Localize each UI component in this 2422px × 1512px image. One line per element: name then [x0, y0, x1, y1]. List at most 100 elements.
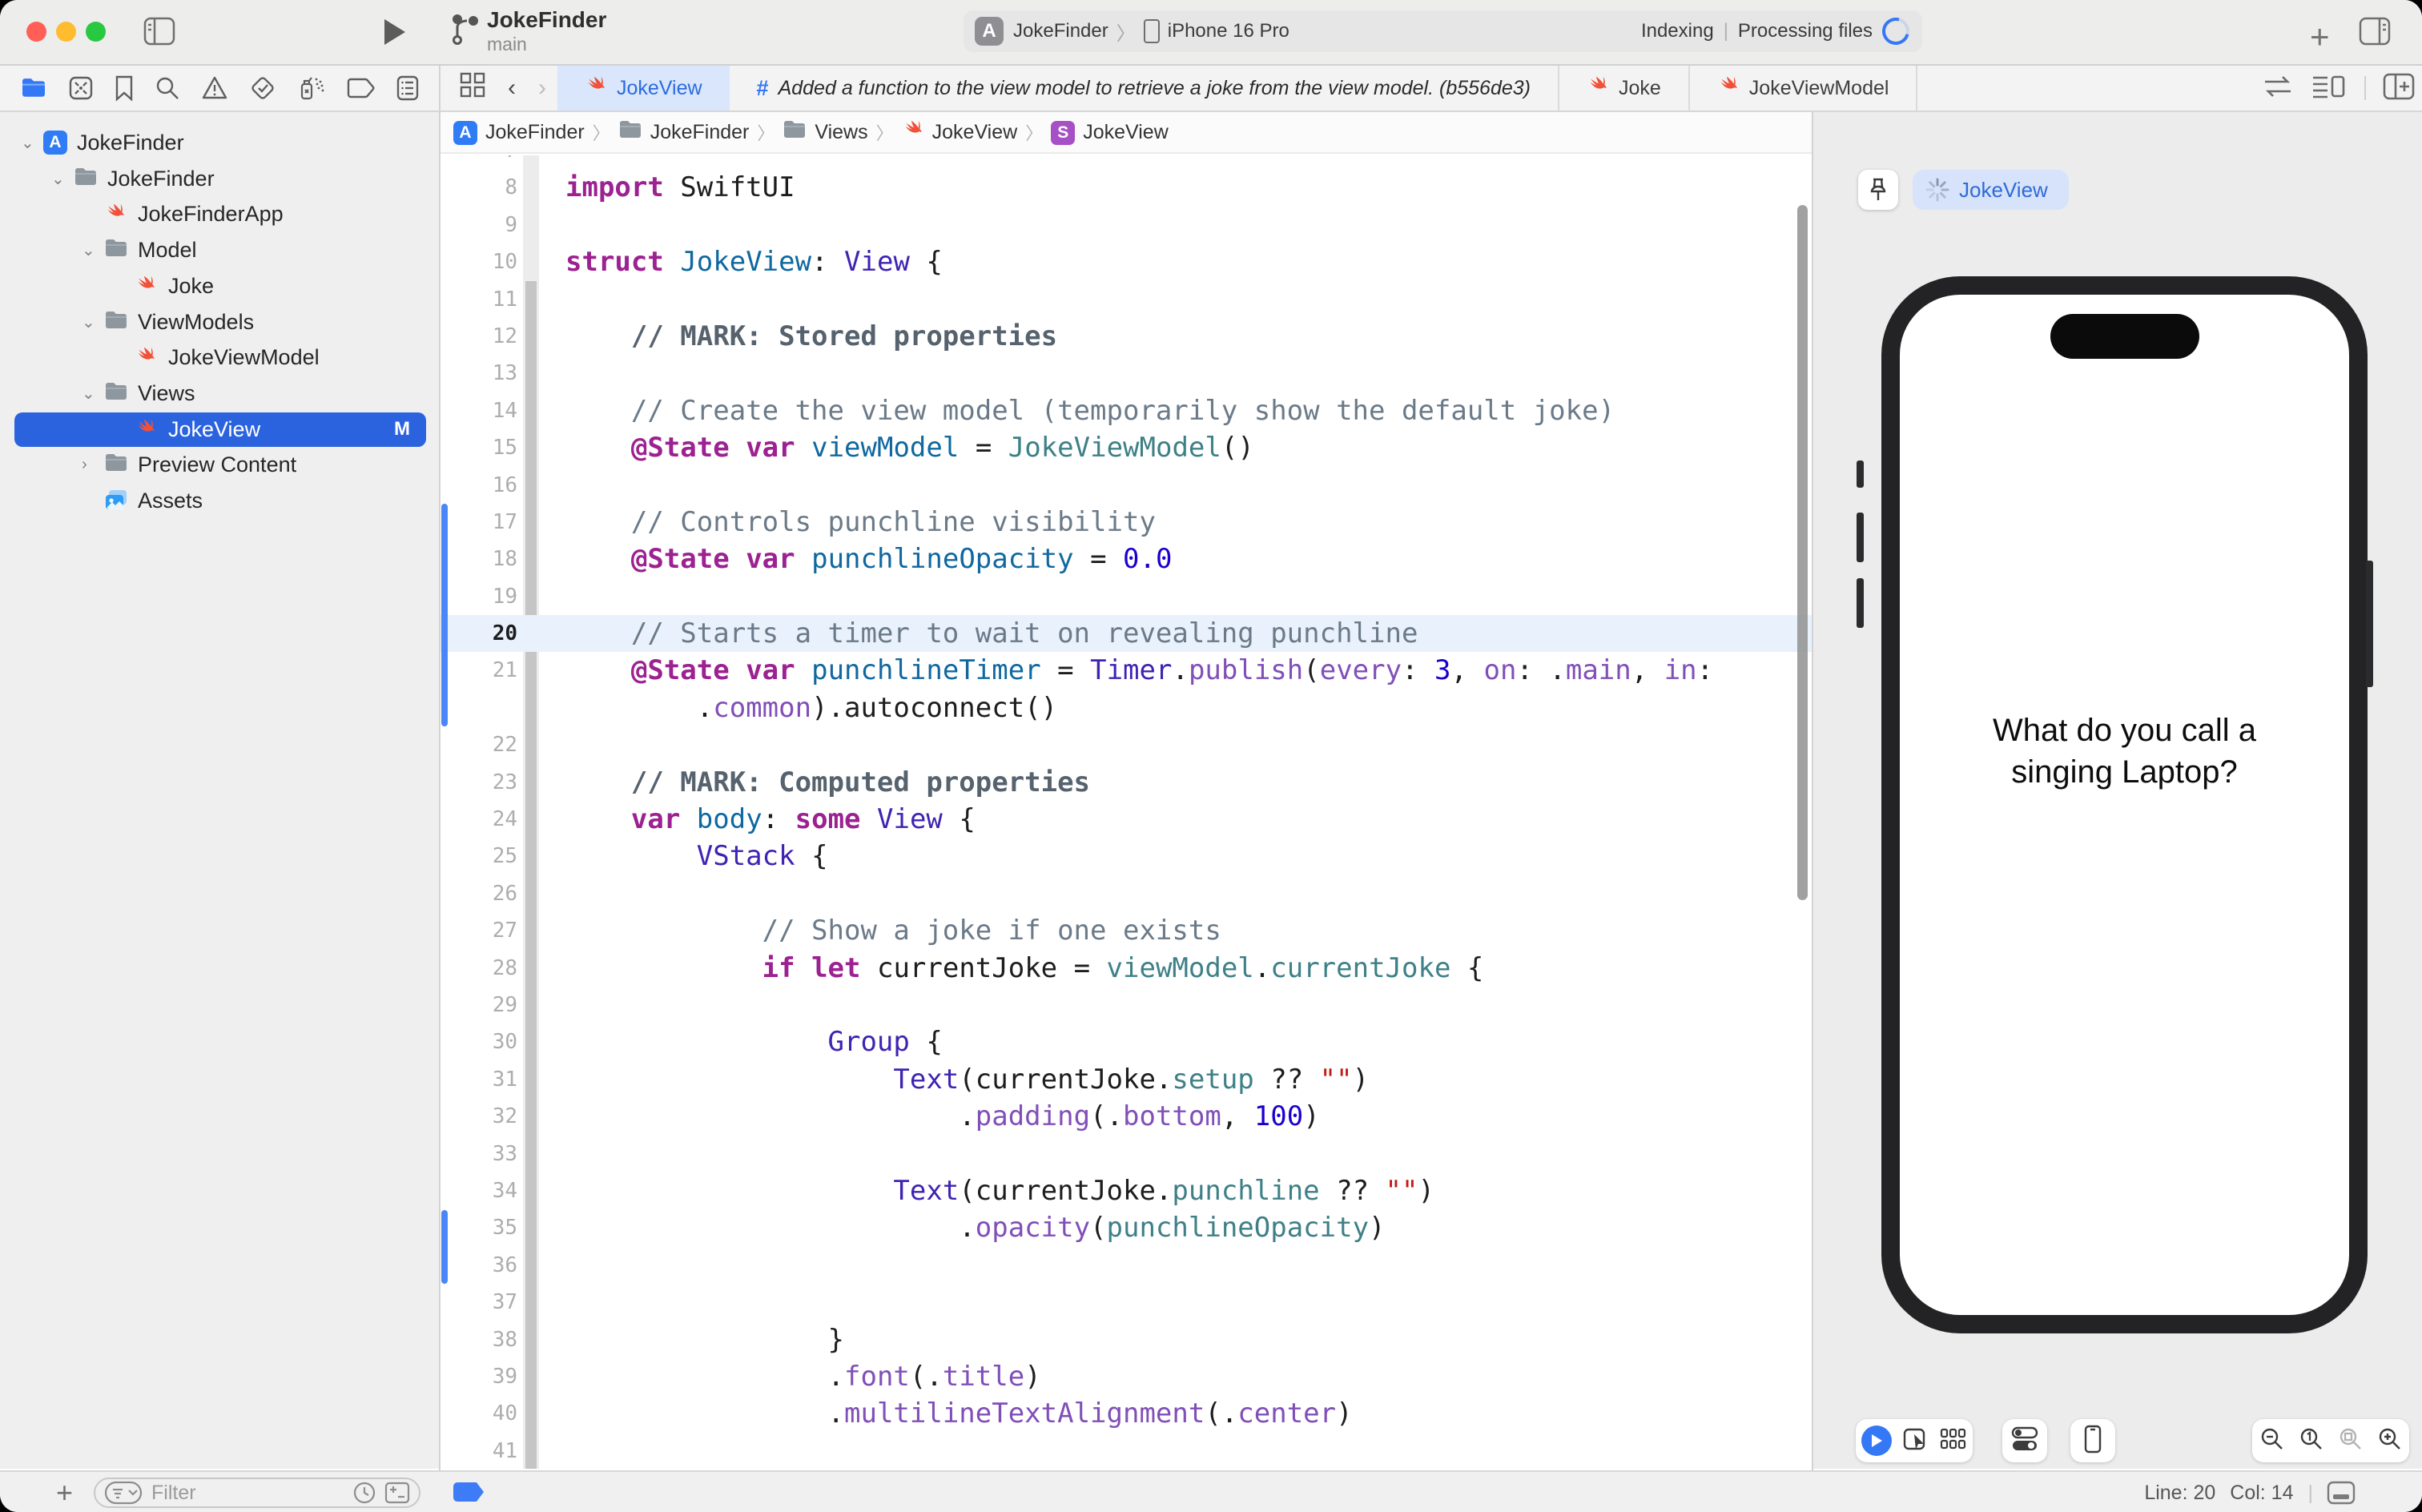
scheme-name[interactable]: JokeFinder: [1013, 20, 1108, 42]
reports-navigator-icon[interactable]: [396, 75, 419, 101]
sidebar-editor-divider[interactable]: [439, 66, 441, 1470]
breadcrumb-item[interactable]: JokeView: [902, 119, 1017, 147]
tab-joke[interactable]: Joke: [1559, 66, 1690, 111]
code-line-21[interactable]: 21 @State var punchlineTimer = Timer.pub…: [441, 652, 1812, 689]
disclosure-chevron-right-icon[interactable]: ›: [82, 447, 87, 483]
code-line-31[interactable]: 31 Text(currentJoke.setup ?? ""): [441, 1061, 1812, 1098]
navigator-filter-field[interactable]: Filter: [94, 1478, 420, 1508]
close-window-button[interactable]: [26, 22, 46, 42]
selectable-mode-button[interactable]: [1903, 1426, 1929, 1456]
bookmarks-navigator-icon[interactable]: [115, 75, 134, 102]
add-tab-button[interactable]: +: [2310, 18, 2330, 56]
code-line-25[interactable]: 25 VStack {: [441, 838, 1812, 875]
breadcrumb-item[interactable]: Views: [783, 119, 868, 146]
toggle-right-sidebar-icon[interactable]: [2359, 17, 2391, 49]
sidebar-item-model[interactable]: ⌄ Model: [0, 232, 439, 268]
preview-target-pill[interactable]: JokeView: [1913, 170, 2069, 210]
disclosure-chevron-down-icon[interactable]: ⌄: [21, 125, 34, 161]
breakpoint-indicator[interactable]: [453, 1482, 484, 1502]
live-preview-button[interactable]: [1861, 1426, 1892, 1456]
code-line-19[interactable]: 19: [441, 578, 1812, 615]
code-line-30[interactable]: 30 Group {: [441, 1023, 1812, 1060]
code-line-18[interactable]: 18 @State var punchlineOpacity = 0.0: [441, 541, 1812, 577]
sidebar-item-jokefinderapp[interactable]: JokeFinderApp: [0, 196, 439, 232]
code-line-12[interactable]: 12 // MARK: Stored properties: [441, 318, 1812, 355]
code-line-28[interactable]: 28 if let currentJoke = viewModel.curren…: [441, 950, 1812, 987]
sidebar-item-viewmodels[interactable]: ⌄ ViewModels: [0, 304, 439, 340]
code-line-32[interactable]: 32 .padding(.bottom, 100): [441, 1098, 1812, 1135]
editor-canvas-divider[interactable]: [1812, 112, 1813, 1470]
disclosure-chevron-down-icon[interactable]: ⌄: [82, 232, 95, 268]
adjust-editor-bar-icon[interactable]: [2327, 1481, 2356, 1505]
sidebar-item-jokefinder[interactable]: ⌄ JokeFinder: [0, 161, 439, 197]
zoom-window-button[interactable]: [86, 22, 106, 42]
preview-device-button[interactable]: [2084, 1425, 2102, 1457]
code-line-26[interactable]: 26: [441, 875, 1812, 912]
sidebar-item-assets[interactable]: Assets: [0, 483, 439, 519]
zoom-out-icon[interactable]: [2260, 1427, 2284, 1455]
tab-jokeview[interactable]: JokeView: [557, 66, 730, 111]
sidebar-item-views[interactable]: ⌄ Views: [0, 376, 439, 412]
sidebar-item-jokefinder[interactable]: ⌄ A JokeFinder: [0, 125, 439, 161]
code-line-wrap[interactable]: .common).autoconnect(): [441, 690, 1812, 726]
run-destination-name[interactable]: iPhone 16 Pro: [1168, 20, 1289, 42]
source-control-changes-icon[interactable]: [68, 75, 94, 101]
column-indicator[interactable]: Col: 14: [2230, 1482, 2293, 1505]
code-line-27[interactable]: 27 // Show a joke if one exists: [441, 912, 1812, 949]
sidebar-item-jokeview[interactable]: JokeView M: [0, 412, 439, 448]
code-line-39[interactable]: 39 .font(.title): [441, 1358, 1812, 1395]
variants-mode-button[interactable]: [1940, 1427, 1967, 1455]
run-button[interactable]: [383, 18, 407, 50]
zoom-in-icon[interactable]: [2378, 1427, 2402, 1455]
code-line-37[interactable]: 37: [441, 1284, 1812, 1321]
code-line-29[interactable]: 29: [441, 987, 1812, 1023]
code-line-14[interactable]: 14 // Create the view model (temporarily…: [441, 392, 1812, 429]
breakpoints-navigator-icon[interactable]: [347, 78, 376, 99]
code-line-11[interactable]: 11: [441, 281, 1812, 318]
code-line-36[interactable]: 36: [441, 1247, 1812, 1284]
sidebar-item-jokeviewmodel[interactable]: JokeViewModel: [0, 340, 439, 376]
device-settings-button[interactable]: [2011, 1426, 2038, 1456]
project-navigator-icon[interactable]: [20, 77, 47, 99]
code-line-22[interactable]: 22: [441, 726, 1812, 763]
add-editor-icon[interactable]: [2383, 73, 2415, 103]
line-indicator[interactable]: Line: 20: [2144, 1482, 2215, 1505]
source-control-status-filter-icon[interactable]: [384, 1482, 410, 1504]
code-line-8[interactable]: 8 import SwiftUI: [441, 169, 1812, 206]
code-line-33[interactable]: 33: [441, 1136, 1812, 1172]
tests-navigator-icon[interactable]: [249, 74, 276, 102]
iphone-preview-device[interactable]: What do you call a singing Laptop?: [1881, 276, 2368, 1333]
code-editor[interactable]: 7 8 import SwiftUI 9 10 struct JokeView: View…: [441, 155, 1812, 1469]
filter-options-icon[interactable]: [104, 1481, 143, 1505]
zoom-100-icon[interactable]: [2299, 1427, 2323, 1455]
recent-files-icon[interactable]: [353, 1482, 376, 1504]
breadcrumb-item[interactable]: S JokeView: [1051, 120, 1169, 145]
breadcrumb-item[interactable]: A JokeFinder: [453, 120, 585, 145]
go-back-icon[interactable]: ‹: [497, 74, 527, 102]
add-filter-button[interactable]: +: [56, 1472, 73, 1512]
breadcrumb-item[interactable]: JokeFinder: [618, 119, 749, 146]
go-forward-icon[interactable]: ›: [527, 74, 557, 102]
pin-preview-button[interactable]: [1858, 170, 1898, 210]
code-line-38[interactable]: 38 }: [441, 1321, 1812, 1358]
sidebar-item-preview-content[interactable]: › Preview Content: [0, 447, 439, 483]
code-line-15[interactable]: 15 @State var viewModel = JokeViewModel(…: [441, 429, 1812, 466]
tab-overview-icon[interactable]: [449, 72, 497, 104]
code-line-35[interactable]: 35 .opacity(punchlineOpacity): [441, 1209, 1812, 1246]
code-line-23[interactable]: 23 // MARK: Computed properties: [441, 764, 1812, 801]
minimize-window-button[interactable]: [56, 22, 76, 42]
code-line-34[interactable]: 34 Text(currentJoke.punchline ?? ""): [441, 1172, 1812, 1209]
tab-jokeviewmodel[interactable]: JokeViewModel: [1690, 66, 1918, 111]
find-navigator-icon[interactable]: [155, 75, 180, 101]
code-line-24[interactable]: 24 var body: some View {: [441, 801, 1812, 838]
code-line-7[interactable]: 7: [441, 155, 1812, 169]
editor-scrollbar[interactable]: [1797, 205, 1808, 900]
code-line-13[interactable]: 13: [441, 355, 1812, 392]
issues-navigator-icon[interactable]: [201, 75, 228, 101]
disclosure-chevron-down-icon[interactable]: ⌄: [82, 376, 95, 412]
code-line-16[interactable]: 16: [441, 467, 1812, 504]
activity-status-bar[interactable]: A JokeFinder 〉 iPhone 16 Pro Indexing | …: [964, 10, 1922, 52]
code-line-9[interactable]: 9: [441, 207, 1812, 243]
debug-navigator-icon[interactable]: [297, 74, 326, 102]
code-line-20[interactable]: 20 // Starts a timer to wait on revealin…: [441, 615, 1812, 653]
